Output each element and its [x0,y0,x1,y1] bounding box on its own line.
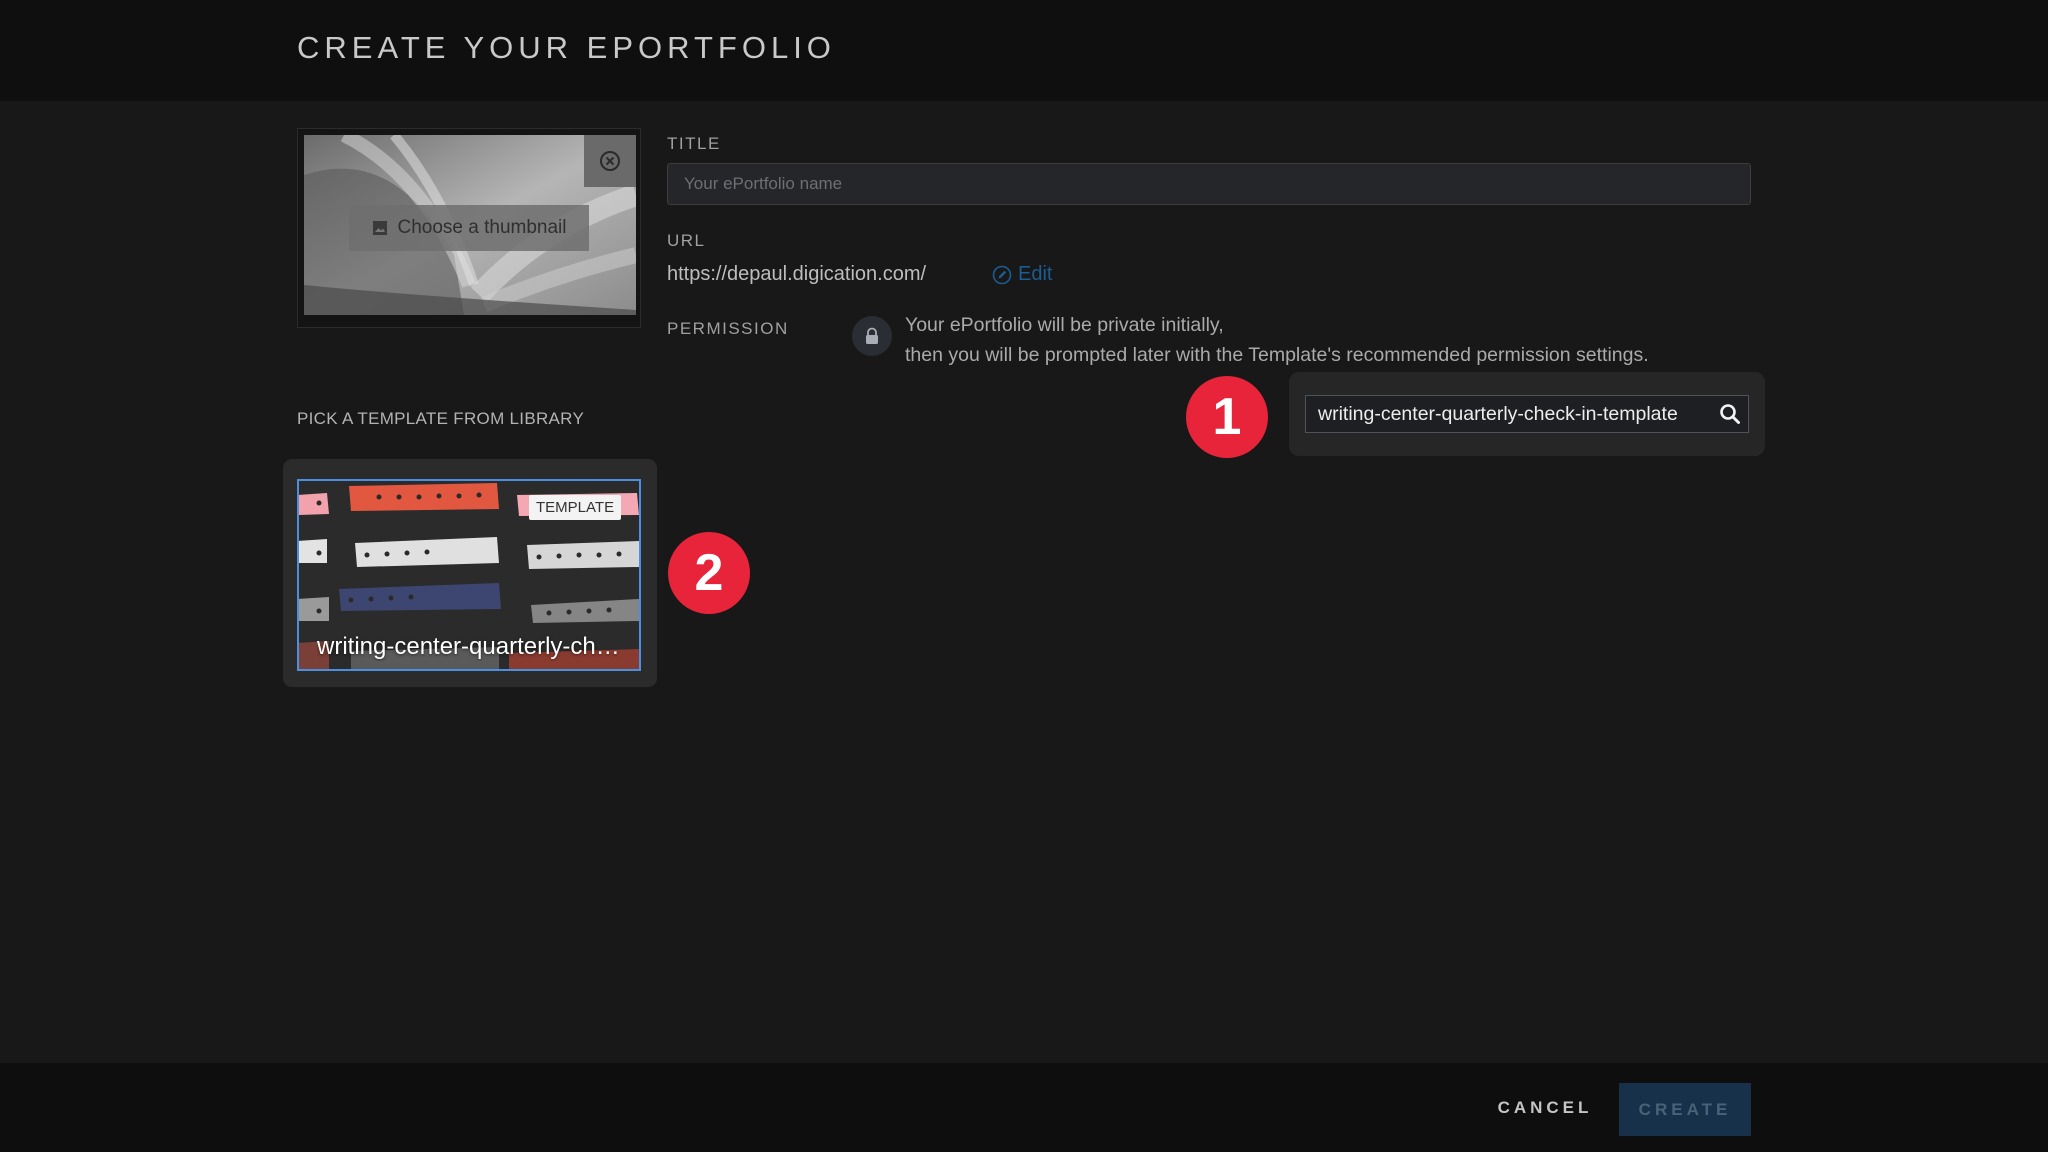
permission-description: Your ePortfolio will be private initiall… [905,310,1649,370]
permission-line-2: then you will be prompted later with the… [905,344,1649,366]
edit-url-link[interactable]: Edit [992,263,1052,286]
remove-thumbnail-button[interactable] [584,135,636,187]
template-card-title: writing-center-quarterly-check-in-templa… [317,633,627,660]
edit-icon [992,265,1012,284]
search-button[interactable] [1711,395,1749,433]
page-title: CREATE YOUR EPORTFOLIO [297,30,836,65]
step-badge-1: 1 [1186,376,1268,458]
create-button[interactable]: CREATE [1619,1083,1751,1136]
edit-label: Edit [1018,263,1053,285]
page-header: CREATE YOUR EPORTFOLIO [0,0,2048,101]
lock-badge [852,316,892,356]
image-icon [372,221,387,235]
template-search-input[interactable] [1305,395,1711,433]
permission-label: PERMISSION [667,319,789,338]
permission-line-1: Your ePortfolio will be private initiall… [905,314,1224,336]
cancel-button[interactable]: CANCEL [1478,1082,1612,1134]
url-label: URL [667,231,706,250]
step-badge-2: 2 [668,532,750,614]
lock-icon [866,327,878,344]
template-card-container: TEMPLATE writing-center-quarterly-check-… [283,459,657,687]
search-icon [1719,404,1740,424]
title-label: TITLE [667,134,721,153]
close-circle-icon [600,151,620,171]
template-search [1289,372,1765,456]
choose-thumbnail-button[interactable]: Choose a thumbnail [349,205,589,251]
thumbnail-panel: Choose a thumbnail [297,128,641,328]
thumbnail-image[interactable]: Choose a thumbnail [304,135,636,315]
choose-thumbnail-label: Choose a thumbnail [397,217,567,238]
template-tag: TEMPLATE [529,495,622,520]
url-value: https://depaul.digication.com/ [667,263,927,285]
title-input[interactable] [667,163,1751,205]
template-card[interactable]: TEMPLATE writing-center-quarterly-check-… [297,479,641,671]
library-section-label: PICK A TEMPLATE FROM LIBRARY [297,409,585,428]
